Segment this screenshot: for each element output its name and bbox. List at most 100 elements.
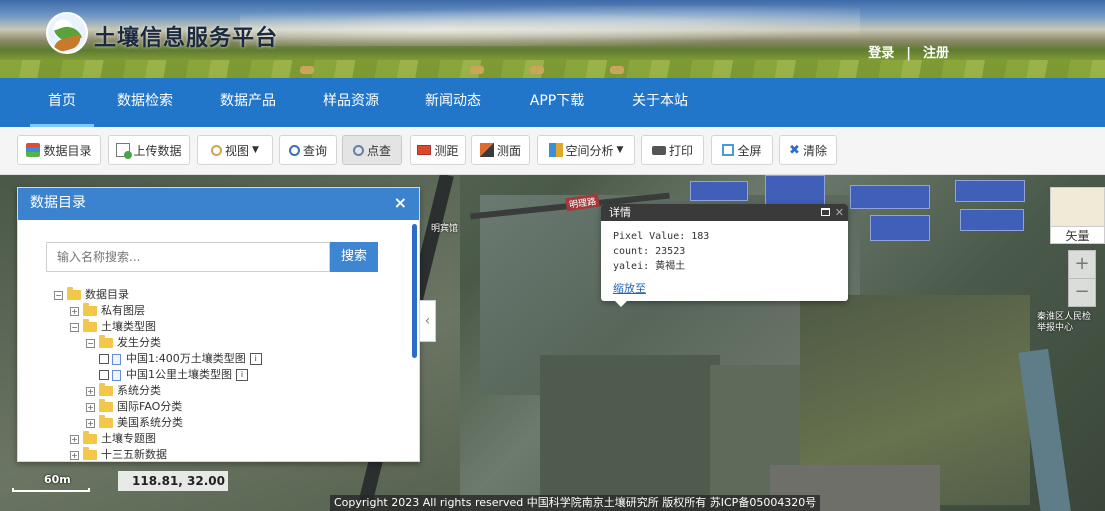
- nav-item-home[interactable]: 首页: [30, 78, 94, 127]
- layer-checkbox[interactable]: [99, 370, 109, 380]
- tree-item-label: 中国1公里土壤类型图: [126, 368, 232, 381]
- tree-item-label: 发生分类: [117, 336, 161, 349]
- site-title[interactable]: 土壤信息服务平台: [94, 20, 278, 52]
- tree-item[interactable]: 中国1公里土壤类型图 i: [99, 367, 248, 383]
- tree-item[interactable]: − 数据目录: [54, 287, 129, 303]
- tree-item[interactable]: 中国1:400万土壤类型图 i: [99, 351, 262, 367]
- soil-type-text: yalei: 黄褐土: [613, 261, 686, 272]
- folder-icon: [99, 399, 113, 412]
- nav-item-app-download[interactable]: APP下载: [521, 78, 593, 127]
- upload-button[interactable]: 上传数据: [108, 135, 190, 165]
- expand-icon[interactable]: +: [86, 418, 95, 428]
- count-text: count: 23523: [613, 246, 686, 257]
- tree-item-label: 中国1:400万土壤类型图: [126, 352, 246, 365]
- hay-bale: [300, 66, 314, 74]
- site-logo[interactable]: [46, 12, 88, 54]
- close-icon[interactable]: ×: [394, 188, 407, 218]
- scale-bar: [12, 488, 90, 492]
- clear-icon: ✖: [789, 142, 800, 158]
- folder-icon: [99, 415, 113, 428]
- hay-bale: [530, 66, 544, 74]
- layer-checkbox[interactable]: [99, 354, 109, 364]
- basemap-toggle[interactable]: 矢量: [1050, 226, 1105, 244]
- poi-label-line: 秦淮区人民检: [1037, 312, 1092, 322]
- login-link[interactable]: 登录: [868, 46, 894, 61]
- tree-item[interactable]: + 十三五新数据: [70, 447, 167, 463]
- upload-icon: [116, 143, 133, 159]
- tree-item[interactable]: + 国际FAO分类: [86, 399, 182, 415]
- document-icon: [112, 369, 121, 381]
- area-icon: [479, 143, 494, 157]
- measure-area-label: 测面: [496, 143, 521, 158]
- magnifier-icon: [211, 144, 223, 156]
- expand-icon[interactable]: +: [70, 450, 79, 460]
- basemap-preview[interactable]: [1050, 187, 1105, 228]
- print-button[interactable]: 打印: [641, 135, 704, 165]
- view-dropdown[interactable]: 视图 ▼: [197, 135, 273, 165]
- tree-item[interactable]: − 土壤类型图: [70, 319, 156, 335]
- catalog-button-label: 数据目录: [43, 143, 92, 158]
- tree-item-label: 十三五新数据: [101, 448, 167, 461]
- map-building: [955, 180, 1025, 202]
- zoom-out-button[interactable]: −: [1069, 279, 1095, 307]
- expand-icon[interactable]: +: [70, 434, 79, 444]
- fullscreen-icon: [722, 144, 735, 156]
- collapse-icon[interactable]: −: [86, 338, 95, 348]
- point-query-button[interactable]: 点查: [342, 135, 402, 165]
- popup-title: 详情: [609, 206, 631, 219]
- nav-item-about[interactable]: 关于本站: [625, 78, 695, 127]
- clear-button[interactable]: ✖ 清除: [779, 135, 837, 165]
- catalog-panel-title: 数据目录: [30, 195, 86, 211]
- tree-item[interactable]: + 私有图层: [70, 303, 145, 319]
- point-query-icon: [352, 144, 364, 156]
- catalog-search: 搜索: [46, 242, 378, 272]
- copyright-notice: Copyright 2023 All rights reserved 中国科学院…: [330, 495, 821, 511]
- tree-item[interactable]: + 系统分类: [86, 383, 161, 399]
- layer-info-icon[interactable]: i: [236, 369, 248, 381]
- query-button[interactable]: 查询: [279, 135, 337, 165]
- catalog-scrollbar[interactable]: [412, 224, 417, 358]
- expand-icon[interactable]: +: [70, 306, 79, 316]
- main-nav: 首页 数据检索 数据产品 样品资源 新闻动态 APP下载 关于本站: [0, 78, 1105, 127]
- map-poi-label: 秦淮区人民检 举报中心: [1037, 312, 1091, 334]
- tree-item[interactable]: − 发生分类: [86, 335, 161, 351]
- zoom-to-link[interactable]: 缩放至: [601, 280, 848, 296]
- layer-info-icon[interactable]: i: [249, 353, 262, 365]
- nav-item-data-products[interactable]: 数据产品: [213, 78, 283, 127]
- nav-item-news[interactable]: 新闻动态: [418, 78, 488, 127]
- tree-item[interactable]: + 土壤专题图: [70, 431, 156, 447]
- expand-icon[interactable]: +: [86, 402, 95, 412]
- register-link[interactable]: 注册: [923, 46, 949, 61]
- collapse-icon[interactable]: −: [70, 322, 79, 332]
- folder-icon: [99, 335, 113, 348]
- tree-item-label: 系统分类: [117, 384, 161, 397]
- hay-bale: [610, 66, 624, 74]
- zoom-in-button[interactable]: +: [1069, 251, 1095, 279]
- close-icon[interactable]: ✕: [835, 204, 844, 221]
- spatial-analysis-dropdown[interactable]: 空间分析 ▼: [537, 135, 635, 165]
- tree-item[interactable]: + 美国系统分类: [86, 415, 183, 431]
- printer-icon: [651, 145, 666, 155]
- catalog-search-input[interactable]: [46, 242, 330, 272]
- map-building: [870, 215, 930, 241]
- nav-item-data-search[interactable]: 数据检索: [110, 78, 180, 127]
- expand-icon[interactable]: +: [86, 386, 95, 396]
- print-button-label: 打印: [668, 143, 693, 158]
- caret-down-icon: ▼: [616, 145, 624, 155]
- catalog-button[interactable]: 数据目录: [17, 135, 101, 165]
- catalog-panel-header: 数据目录 ×: [18, 188, 419, 220]
- collapse-icon[interactable]: −: [54, 290, 63, 300]
- popup-header: 详情 ✕: [601, 204, 848, 221]
- measure-distance-button[interactable]: 测距: [410, 135, 466, 165]
- folder-icon: [83, 431, 97, 444]
- ruler-icon: [417, 145, 432, 155]
- scale-label: 60m: [44, 473, 71, 486]
- map-building: [850, 185, 930, 209]
- nav-item-sample-resources[interactable]: 样品资源: [316, 78, 386, 127]
- fullscreen-button[interactable]: 全屏: [711, 135, 773, 165]
- folder-icon: [83, 319, 97, 332]
- panel-collapse-tab[interactable]: ‹: [420, 300, 436, 342]
- measure-area-button[interactable]: 测面: [471, 135, 530, 165]
- maximize-icon[interactable]: [821, 208, 830, 216]
- catalog-search-button[interactable]: 搜索: [330, 242, 378, 272]
